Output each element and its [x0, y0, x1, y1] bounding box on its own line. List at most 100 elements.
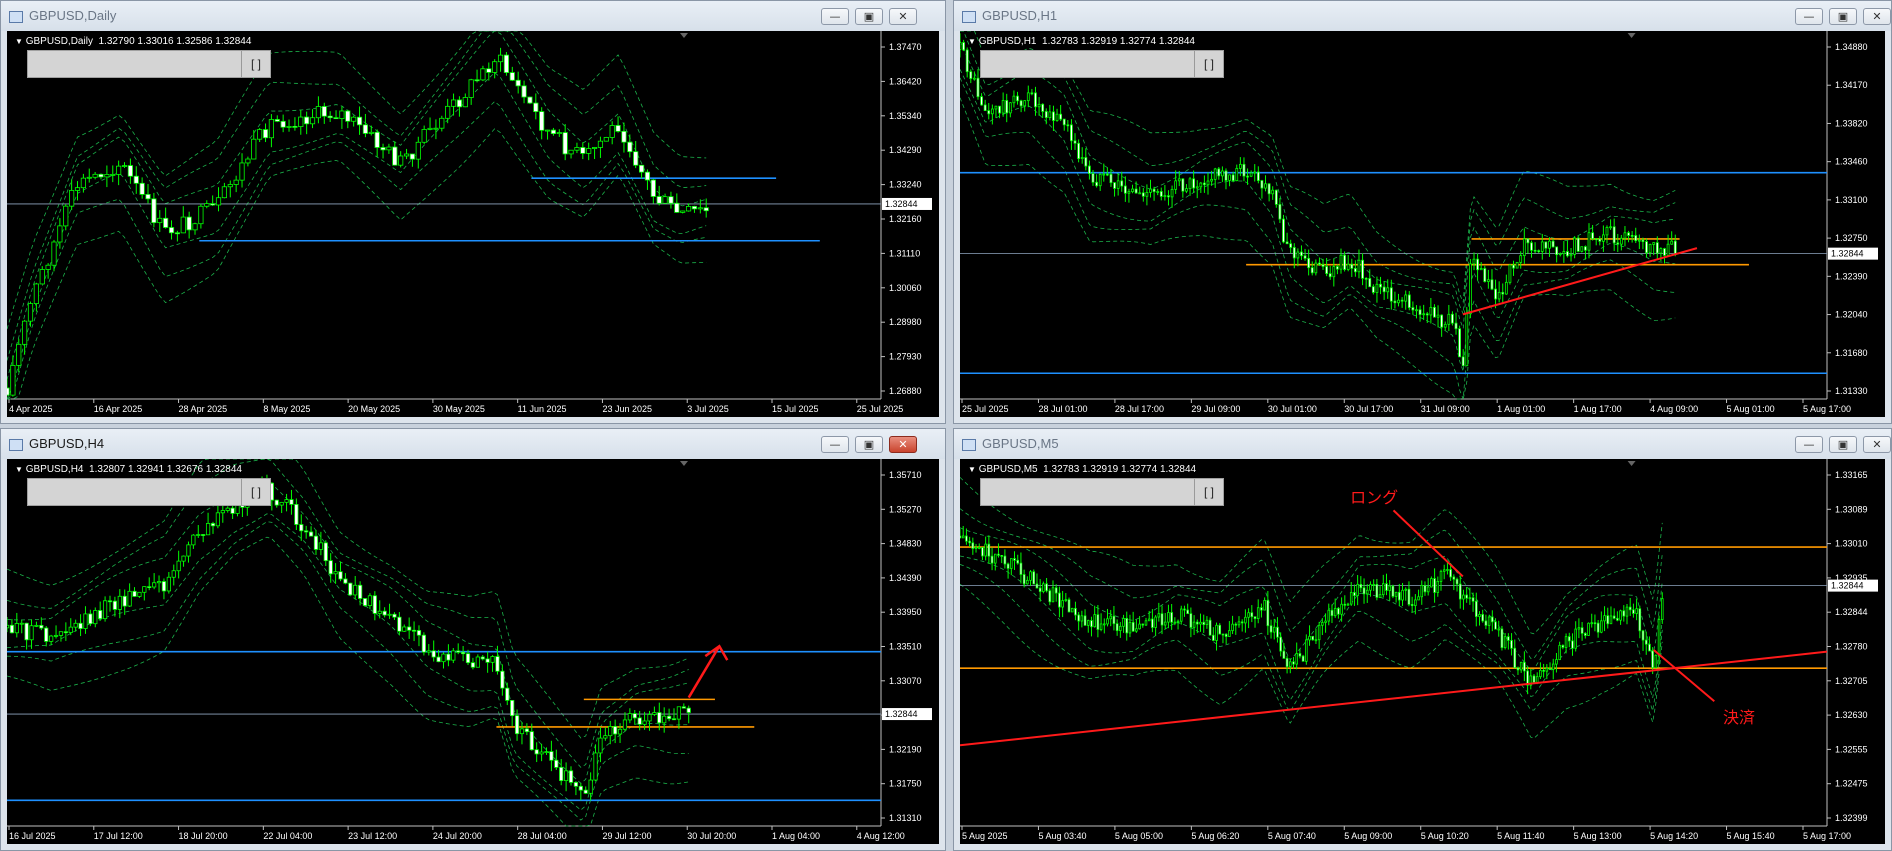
indicator-input-panel[interactable]: [ ] — [27, 50, 271, 78]
y-tick-label: 1.32750 — [1835, 233, 1868, 243]
candle-body — [1350, 263, 1354, 269]
candle-body — [1274, 189, 1278, 205]
x-tick-label: 20 May 2025 — [348, 404, 400, 414]
candle-body — [1476, 258, 1479, 271]
dropdown-triangle-icon[interactable]: ▼ — [968, 37, 976, 46]
candle-body — [574, 147, 580, 151]
title-bar[interactable]: GBPUSD,H1 — ▣ ✕ — [954, 1, 1891, 31]
candle-body — [1433, 578, 1436, 593]
candle-body — [1391, 585, 1395, 597]
candle-body — [227, 184, 233, 188]
chart-window-h4[interactable]: GBPUSD,H4 — ▣ ✕ 1.35710 1.35270 1.34830 1.3… — [0, 428, 946, 851]
chart-window-daily[interactable]: GBPUSD,Daily — ▣ ✕ 1.37470 1.36420 1.35340… — [0, 0, 946, 424]
window-title: GBPUSD,Daily — [29, 8, 117, 23]
vertical-splitter[interactable] — [945, 0, 953, 851]
chart-area[interactable]: 1.37470 1.36420 1.35340 1.34290 1.33240 1.321… — [7, 31, 939, 417]
bracket-button[interactable]: [ ] — [1194, 51, 1223, 77]
candle-body — [1545, 667, 1549, 672]
candle-body — [1481, 614, 1484, 622]
candle-body — [1156, 191, 1160, 193]
price-chart[interactable]: 1.37470 1.36420 1.35340 1.34290 1.33240 1.321… — [7, 31, 939, 417]
candle-body — [1055, 113, 1059, 121]
candle-body — [1113, 182, 1116, 189]
candle-body — [176, 560, 181, 572]
current-price-label: 1.32844 — [1831, 581, 1864, 591]
candle-body — [456, 650, 461, 653]
indicator-input-panel[interactable]: [ ] — [980, 478, 1224, 506]
minimize-button[interactable]: — — [821, 8, 849, 25]
candle-body — [152, 582, 157, 588]
candle-body — [351, 116, 357, 122]
close-button[interactable]: ✕ — [1863, 8, 1891, 25]
close-button[interactable]: ✕ — [889, 8, 917, 25]
candle-body — [674, 202, 680, 213]
ohlc-text: GBPUSD,H1 1.32783 1.32919 1.32774 1.3284… — [978, 36, 1195, 47]
y-tick-label: 1.30060 — [889, 283, 922, 293]
candle-body — [1417, 596, 1420, 601]
candle-body — [1468, 597, 1472, 600]
chart-area[interactable]: 1.34880 1.34170 1.33820 1.33460 1.33100 1.327… — [960, 31, 1885, 417]
dropdown-triangle-icon[interactable]: ▼ — [968, 465, 976, 474]
candle-body — [321, 106, 327, 117]
indicator-input-panel[interactable]: [ ] — [27, 478, 271, 506]
candle-body — [1170, 188, 1174, 198]
y-tick-label: 1.31330 — [1835, 386, 1868, 396]
minimize-button[interactable]: — — [1795, 436, 1823, 453]
candle-body — [1397, 299, 1400, 304]
dropdown-triangle-icon[interactable]: ▼ — [15, 37, 23, 46]
title-bar[interactable]: GBPUSD,H4 — ▣ ✕ — [1, 429, 945, 459]
candle-body — [1555, 246, 1559, 256]
candle-body — [1519, 255, 1523, 263]
maximize-button[interactable]: ▣ — [1829, 8, 1857, 25]
minimize-button[interactable]: — — [1795, 8, 1823, 25]
candle-body — [441, 653, 446, 663]
candle-body — [965, 535, 968, 542]
candle-body — [1314, 639, 1318, 642]
candle-body — [1638, 608, 1642, 632]
candle-body — [239, 162, 245, 181]
dropdown-triangle-icon[interactable]: ▼ — [15, 465, 23, 474]
candle-body — [1533, 249, 1537, 252]
maximize-button[interactable]: ▣ — [855, 436, 883, 453]
candle-body — [1369, 584, 1372, 591]
candle-body — [1048, 111, 1052, 118]
candle-body — [960, 42, 962, 50]
bracket-button[interactable]: [ ] — [1194, 479, 1223, 505]
candle-body — [181, 555, 186, 562]
price-chart[interactable]: 1.35710 1.35270 1.34830 1.34390 1.33950 1.335… — [7, 459, 939, 844]
candle-body — [174, 232, 180, 235]
chart-area[interactable]: 1.33165 1.33089 1.33010 1.32935 1.32844 1.327… — [960, 459, 1885, 844]
maximize-button[interactable]: ▣ — [1829, 436, 1857, 453]
x-tick-label: 16 Jul 2025 — [9, 831, 56, 841]
maximize-button[interactable]: ▣ — [855, 8, 883, 25]
candle-body — [1564, 636, 1568, 648]
candle-body — [1062, 118, 1066, 126]
candle-body — [962, 42, 965, 51]
close-button[interactable]: ✕ — [889, 436, 917, 453]
candle-body — [468, 79, 474, 98]
minimize-button[interactable]: — — [821, 436, 849, 453]
indicator-input-panel[interactable]: [ ] — [980, 50, 1224, 78]
candle-body — [1001, 100, 1005, 114]
candle-body — [1152, 188, 1156, 193]
y-tick-label: 1.28980 — [889, 317, 922, 327]
price-chart[interactable]: 1.34880 1.34170 1.33820 1.33460 1.33100 1.327… — [960, 31, 1885, 417]
candle-body — [971, 542, 975, 549]
candle-body — [1074, 607, 1077, 616]
chart-area[interactable]: 1.35710 1.35270 1.34830 1.34390 1.33950 1.335… — [7, 459, 939, 844]
title-bar[interactable]: GBPUSD,M5 — ▣ ✕ — [954, 429, 1891, 459]
candle-body — [644, 171, 651, 181]
price-chart[interactable]: 1.331651.330891.330101.329351.328441.327… — [960, 459, 1885, 844]
candle-body — [1327, 609, 1331, 622]
close-button[interactable]: ✕ — [1863, 436, 1891, 453]
bracket-button[interactable]: [ ] — [241, 479, 270, 505]
y-tick-label: 1.33165 — [1835, 470, 1868, 480]
trend-line — [960, 650, 1828, 747]
chart-window-m5[interactable]: GBPUSD,M5 — ▣ ✕ 1.33165 1.33089 1.33010 1.3… — [953, 428, 1892, 851]
bracket-button[interactable]: [ ] — [241, 51, 270, 77]
candle-body — [1199, 182, 1203, 188]
chart-window-h1[interactable]: GBPUSD,H1 — ▣ ✕ 1.34880 1.34170 1.33820 1.3… — [953, 0, 1892, 424]
candle-body — [1512, 264, 1515, 269]
candle-body — [333, 117, 339, 120]
title-bar[interactable]: GBPUSD,Daily — ▣ ✕ — [1, 1, 945, 31]
